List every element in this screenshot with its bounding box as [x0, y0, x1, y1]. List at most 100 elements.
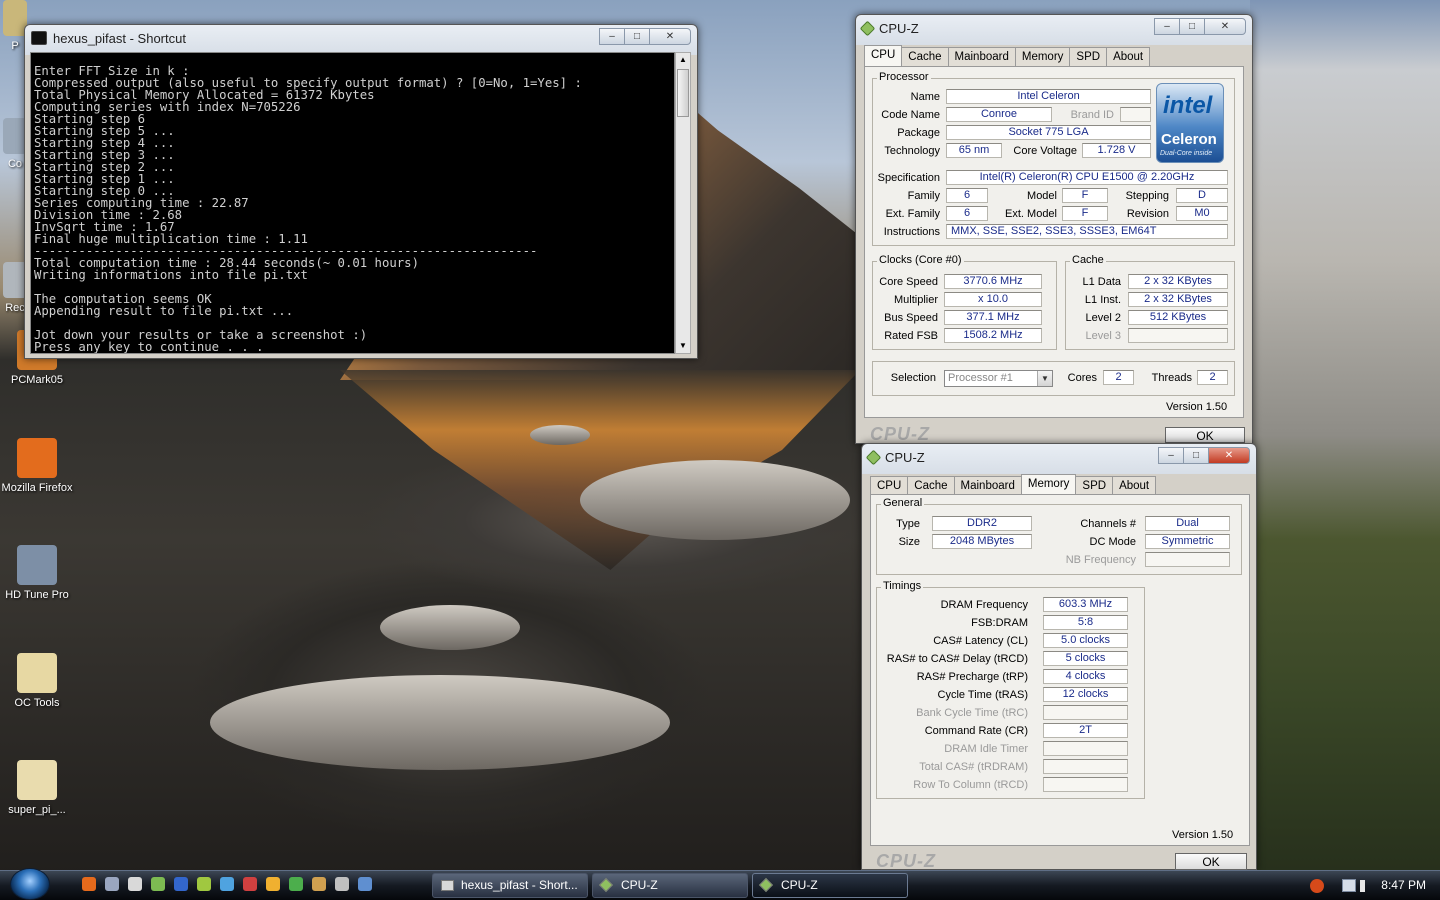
- ratedfsb-value: 1508.2 MHz: [944, 328, 1042, 343]
- tab-about[interactable]: About: [1112, 476, 1157, 496]
- quicklaunch-icon[interactable]: [197, 877, 211, 891]
- quicklaunch-icon[interactable]: [289, 877, 303, 891]
- brandid-value: [1120, 107, 1151, 122]
- maximize-button[interactable]: □: [1179, 18, 1205, 35]
- close-button[interactable]: ✕: [1208, 447, 1250, 464]
- scroll-down-icon[interactable]: ▼: [676, 339, 690, 353]
- quicklaunch-icon[interactable]: [105, 877, 119, 891]
- quicklaunch-icon[interactable]: [220, 877, 234, 891]
- processor-select[interactable]: Processor #1 ▼: [944, 370, 1053, 387]
- nbfreq-value: [1145, 552, 1230, 567]
- volume-icon[interactable]: [1360, 880, 1372, 892]
- wallpaper-rock: [580, 460, 850, 540]
- timing-value: [1043, 741, 1128, 756]
- quicklaunch-icon[interactable]: [174, 877, 188, 891]
- start-orb-icon[interactable]: [10, 868, 50, 900]
- desktop-item-icon: [17, 438, 57, 478]
- console-titlebar[interactable]: hexus_pifast - Shortcut: [25, 25, 697, 51]
- tab-cpu[interactable]: CPU: [870, 476, 909, 496]
- quicklaunch-icon[interactable]: [82, 877, 96, 891]
- mem-type-value: DDR2: [932, 516, 1032, 531]
- tab-spd[interactable]: SPD: [1069, 47, 1108, 67]
- name-label: Name: [910, 91, 940, 103]
- level3-label: Level 3: [1085, 330, 1121, 342]
- minimize-button[interactable]: –: [1158, 447, 1184, 464]
- minimize-button[interactable]: –: [1154, 18, 1180, 35]
- desktop-icon[interactable]: Mozilla Firefox: [0, 438, 74, 496]
- clock[interactable]: 8:47 PM: [1381, 878, 1426, 892]
- timing-value: 5.0 clocks: [1043, 633, 1128, 648]
- console-title: hexus_pifast - Shortcut: [53, 30, 186, 46]
- chevron-down-icon[interactable]: ▼: [1037, 371, 1052, 386]
- tab-cache[interactable]: Cache: [901, 47, 949, 67]
- quicklaunch-icon[interactable]: [335, 877, 349, 891]
- taskbar-button[interactable]: CPU-Z: [752, 873, 908, 898]
- scroll-up-icon[interactable]: ▲: [676, 53, 690, 67]
- tray-app-icon[interactable]: [1310, 879, 1324, 893]
- quicklaunch-icon[interactable]: [243, 877, 257, 891]
- console-output[interactable]: Enter FFT Size in k : Compressed output …: [30, 52, 675, 354]
- tab-spd[interactable]: SPD: [1075, 476, 1114, 496]
- tab-about[interactable]: About: [1106, 47, 1151, 67]
- quicklaunch-icon[interactable]: [266, 877, 280, 891]
- l1data-label: L1 Data: [1082, 276, 1121, 288]
- cpuz-memory-brand-footer: CPU-Z: [876, 851, 936, 871]
- taskbar-button-label: CPU-Z: [781, 878, 818, 892]
- maximize-button[interactable]: □: [624, 28, 650, 45]
- minimize-button[interactable]: –: [599, 28, 625, 45]
- cpuz-memory-version: Version 1.50: [1172, 829, 1234, 841]
- ratedfsb-label: Rated FSB: [884, 330, 938, 342]
- quicklaunch-icon[interactable]: [358, 877, 372, 891]
- brandid-label: Brand ID: [1070, 109, 1114, 121]
- timing-value: 603.3 MHz: [1043, 597, 1128, 612]
- name-value: Intel Celeron: [946, 89, 1151, 104]
- multiplier-value: x 10.0: [944, 292, 1042, 307]
- general-group-title: General: [881, 497, 925, 509]
- desktop-icon[interactable]: super_pi_...: [0, 760, 74, 818]
- tab-cpu[interactable]: CPU: [864, 45, 903, 67]
- busspeed-value: 377.1 MHz: [944, 310, 1042, 325]
- close-button[interactable]: ✕: [649, 28, 691, 45]
- timing-label: Row To Column (tRCD): [913, 779, 1028, 791]
- timing-label: RAS# to CAS# Delay (tRCD): [886, 653, 1028, 665]
- revision-value: M0: [1176, 206, 1228, 221]
- mem-size-label: Size: [898, 536, 920, 548]
- corevoltage-value: 1.728 V: [1082, 143, 1151, 158]
- quicklaunch-icon[interactable]: [312, 877, 326, 891]
- threads-value: 2: [1197, 370, 1228, 385]
- cpuz-cpu-version: Version 1.50: [1166, 401, 1228, 413]
- desktop-icon-label: HD Tune Pro: [5, 589, 69, 601]
- extmodel-value: F: [1062, 206, 1108, 221]
- instructions-value: MMX, SSE, SSE2, SSE3, SSSE3, EM64T: [946, 224, 1228, 239]
- timing-label: DRAM Idle Timer: [944, 743, 1028, 755]
- quicklaunch-icon[interactable]: [151, 877, 165, 891]
- taskbar-button[interactable]: hexus_pifast - Short...: [432, 873, 588, 898]
- family-label: Family: [907, 190, 940, 202]
- tab-cache[interactable]: Cache: [907, 476, 955, 496]
- quicklaunch-icon[interactable]: [128, 877, 142, 891]
- tab-mainboard[interactable]: Mainboard: [953, 476, 1022, 496]
- taskbar-button[interactable]: CPU-Z: [592, 873, 748, 898]
- console-scrollbar[interactable]: ▲ ▼: [675, 52, 691, 354]
- cpuz-memory-ok-button[interactable]: OK: [1175, 853, 1247, 870]
- network-icon[interactable]: [1342, 879, 1356, 892]
- package-value: Socket 775 LGA: [946, 125, 1151, 140]
- model-label: Model: [1027, 190, 1057, 202]
- tab-mainboard[interactable]: Mainboard: [947, 47, 1016, 67]
- timing-value: 4 clocks: [1043, 669, 1128, 684]
- close-button[interactable]: ✕: [1204, 18, 1246, 35]
- corevoltage-label: Core Voltage: [1013, 145, 1077, 157]
- cpuz-memory-tabs: CPU Cache Mainboard Memory SPD About: [870, 474, 1157, 496]
- desktop-item-icon: [17, 760, 57, 800]
- celeron-logo-text: Celeron: [1161, 131, 1217, 148]
- tab-memory[interactable]: Memory: [1014, 47, 1071, 67]
- maximize-button[interactable]: □: [1183, 447, 1209, 464]
- cpuz-cpu-ok-button[interactable]: OK: [1165, 427, 1245, 443]
- desktop-icon[interactable]: OC Tools: [0, 653, 74, 711]
- tab-memory[interactable]: Memory: [1020, 474, 1077, 496]
- package-label: Package: [897, 127, 940, 139]
- mem-size-value: 2048 MBytes: [932, 534, 1032, 549]
- timing-label: Total CAS# (tRDRAM): [919, 761, 1028, 773]
- scroll-thumb[interactable]: [677, 69, 689, 117]
- desktop-icon[interactable]: HD Tune Pro: [0, 545, 74, 603]
